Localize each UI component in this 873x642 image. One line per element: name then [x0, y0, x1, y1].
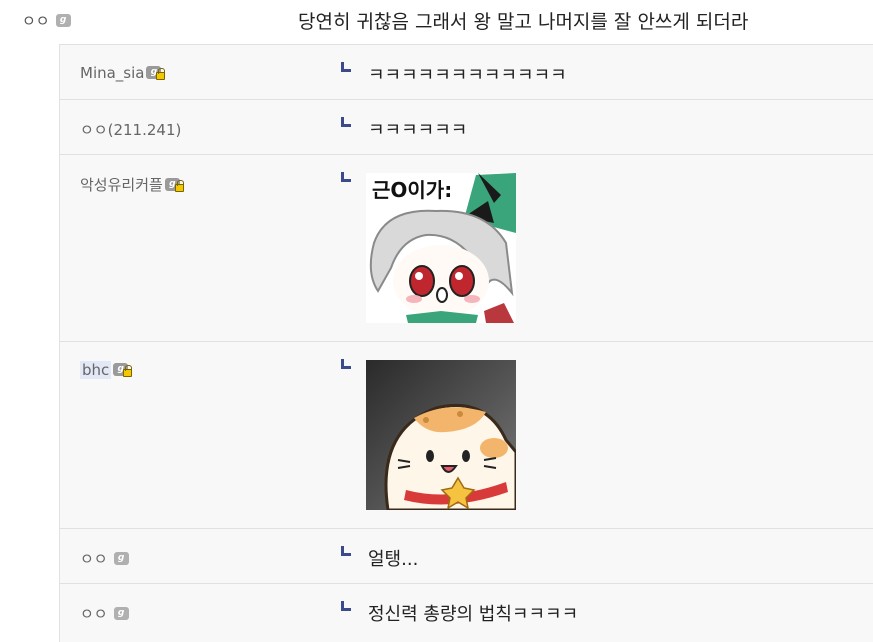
reply-author[interactable]: Mina_sia g — [80, 64, 166, 82]
sticker-image[interactable] — [366, 360, 516, 510]
lock-icon — [174, 179, 184, 192]
sticker-caption: 근O이가: — [372, 178, 452, 202]
comment-author-name[interactable]: ㅇㅇ — [22, 10, 50, 31]
fixed-nick-icon[interactable]: g — [146, 65, 166, 81]
fixed-nick-icon[interactable]: g — [164, 177, 184, 193]
reply-item: ㅇㅇ g 정신력 총량의 법칙ㅋㅋㅋㅋ — [60, 583, 873, 642]
reply-arrow-icon — [341, 117, 351, 127]
comment-author[interactable]: ㅇㅇ g — [22, 10, 71, 31]
lock-icon — [123, 365, 133, 377]
anonymous-gallog-icon[interactable]: g — [113, 607, 129, 620]
reply-author-name[interactable]: ㅇㅇ — [80, 548, 108, 569]
reply-text: 얼탱... — [368, 549, 419, 570]
reply-author[interactable]: 악성유리커플 g — [80, 174, 184, 195]
reply-author-name[interactable]: ㅇㅇ(211.241) — [80, 119, 181, 140]
reply-item: bhc g — [60, 341, 873, 528]
reply-author[interactable]: ㅇㅇ g — [80, 603, 129, 624]
reply-author-name[interactable]: 악성유리커플 — [80, 174, 163, 195]
comment-text: 당연히 귀찮음 그래서 왕 말고 나머지를 잘 안쓰게 되더라 — [298, 11, 749, 33]
reply-author[interactable]: bhc g — [80, 361, 133, 379]
reply-list: Mina_sia g ㅋㅋㅋㅋㅋㅋㅋㅋㅋㅋㅋㅋ ㅇㅇ(211.241) ㅋㅋㅋㅋ… — [59, 44, 873, 642]
reply-author-name[interactable]: ㅇㅇ — [80, 603, 108, 624]
comment-row: ㅇㅇ g 당연히 귀찮음 그래서 왕 말고 나머지를 잘 안쓰게 되더라 — [0, 0, 873, 44]
reply-item: ㅇㅇ(211.241) ㅋㅋㅋㅋㅋㅋ — [60, 99, 873, 154]
reply-item: Mina_sia g ㅋㅋㅋㅋㅋㅋㅋㅋㅋㅋㅋㅋ — [60, 44, 873, 99]
hamster-sticker — [384, 403, 516, 510]
reply-item: ㅇㅇ g 얼탱... — [60, 528, 873, 583]
reply-arrow-icon — [341, 601, 351, 611]
reply-author-name[interactable]: Mina_sia — [80, 64, 144, 82]
reply-author[interactable]: ㅇㅇ(211.241) — [80, 119, 181, 140]
sticker-image[interactable]: 근O이가: — [366, 173, 516, 323]
lock-icon — [156, 68, 166, 80]
reply-arrow-icon — [341, 62, 351, 72]
fixed-nick-icon[interactable]: g — [113, 362, 133, 378]
reply-arrow-icon — [341, 359, 351, 369]
reply-text: ㅋㅋㅋㅋㅋㅋ — [368, 120, 468, 141]
reply-text: ㅋㅋㅋㅋㅋㅋㅋㅋㅋㅋㅋㅋ — [368, 65, 567, 86]
reply-text: 정신력 총량의 법칙ㅋㅋㅋㅋ — [368, 604, 579, 625]
reply-arrow-icon — [341, 546, 351, 556]
reply-author[interactable]: ㅇㅇ g — [80, 548, 129, 569]
anonymous-gallog-icon[interactable]: g — [113, 552, 129, 565]
reply-author-name[interactable]: bhc — [80, 361, 112, 379]
reply-arrow-icon — [341, 172, 351, 182]
anonymous-gallog-icon[interactable]: g — [55, 14, 71, 27]
reply-item: 악성유리커플 g 근O이가: — [60, 154, 873, 341]
witch-girl-sticker: 근O이가: — [369, 173, 516, 323]
